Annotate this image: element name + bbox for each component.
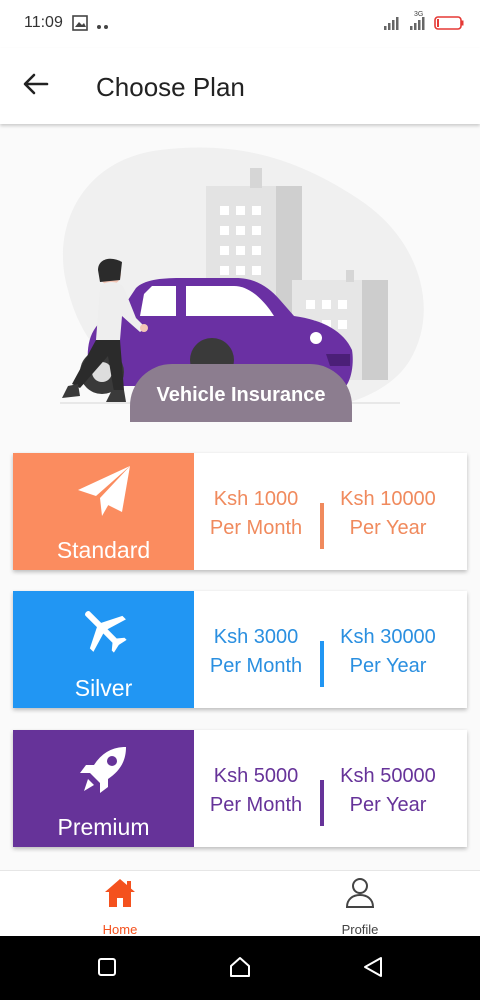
plan-name: Standard [56, 537, 151, 563]
app-bar: Choose Plan [0, 48, 480, 124]
recent-apps-button[interactable] [94, 956, 120, 982]
yearly-period: Per Year [349, 794, 427, 816]
status-bar: 11:09 3G [0, 0, 480, 48]
monthly-period: Per Month [209, 794, 303, 816]
plan-badge-silver: Silver [13, 591, 194, 708]
airplane-icon [75, 601, 133, 659]
plan-name: Silver [74, 675, 133, 701]
plan-card-premium[interactable]: Premium Ksh 5000 Per Month Ksh 50000 Per… [13, 730, 467, 847]
back-triangle-icon [363, 956, 383, 983]
back-button[interactable] [14, 66, 58, 106]
monthly-price: Ksh 3000 [213, 626, 299, 648]
monthly-price: Ksh 1000 [213, 488, 299, 510]
arrow-left-icon [23, 73, 49, 100]
price-divider [320, 780, 324, 826]
bottom-navigation: Home Profile [0, 870, 480, 937]
monthly-period: Per Month [209, 655, 303, 677]
nav-profile-label: Profile [341, 922, 379, 937]
home-system-button[interactable] [227, 956, 253, 982]
rocket-icon [75, 740, 133, 798]
yearly-period: Per Year [349, 517, 427, 539]
yearly-price: Ksh 50000 [340, 765, 436, 787]
more-notifications-icon [96, 17, 110, 35]
vehicle-insurance-banner: Vehicle Insurance [130, 364, 352, 422]
battery-icon [434, 16, 464, 35]
status-time: 11:09 [24, 14, 63, 31]
monthly-price: Ksh 5000 [213, 765, 299, 787]
gallery-notification-icon [72, 15, 88, 36]
nav-profile[interactable]: Profile [300, 877, 420, 937]
monthly-period: Per Month [209, 517, 303, 539]
signal-3g-icon: 3G [408, 11, 428, 36]
recent-apps-icon [97, 957, 117, 982]
paper-plane-icon [75, 463, 133, 521]
home-icon [103, 877, 137, 914]
plan-badge-standard: Standard [13, 453, 194, 570]
price-divider [320, 641, 324, 687]
nav-home[interactable]: Home [60, 877, 180, 937]
yearly-price: Ksh 30000 [340, 626, 436, 648]
system-navigation-bar [0, 936, 480, 1000]
person-icon [344, 877, 376, 914]
network-type-label: 3G [414, 11, 424, 18]
home-circle-icon [229, 956, 251, 983]
plan-card-silver[interactable]: Silver Ksh 3000 Per Month Ksh 30000 Per … [13, 591, 467, 708]
signal-icon [384, 16, 402, 35]
plan-card-standard[interactable]: Standard Ksh 1000 Per Month Ksh 10000 Pe… [13, 453, 467, 570]
back-system-button[interactable] [360, 956, 386, 982]
plan-badge-premium: Premium [13, 730, 194, 847]
plan-name: Premium [57, 814, 150, 840]
page-title: Choose Plan [96, 72, 245, 102]
yearly-price: Ksh 10000 [340, 488, 436, 510]
price-divider [320, 503, 324, 549]
yearly-period: Per Year [349, 655, 427, 677]
nav-home-label: Home [102, 922, 138, 937]
